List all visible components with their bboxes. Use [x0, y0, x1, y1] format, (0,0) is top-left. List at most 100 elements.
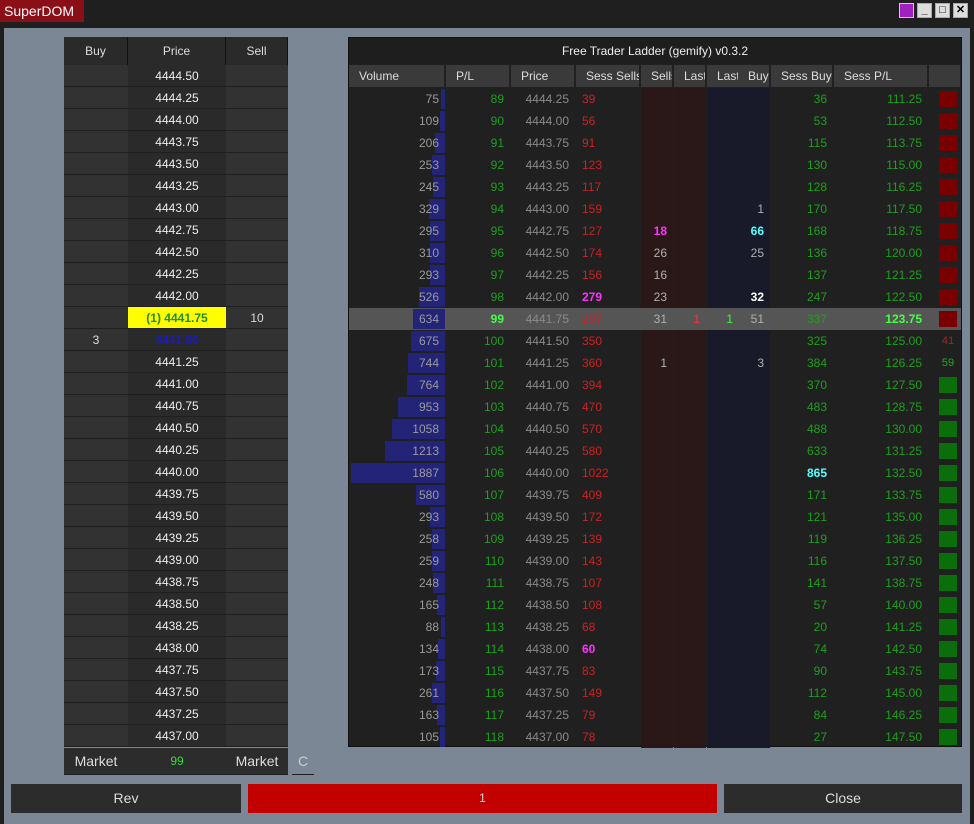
- sell-cell[interactable]: [226, 417, 288, 439]
- ladder-row[interactable]: 1213 105 4440.25 580 633 131.25: [349, 440, 961, 462]
- ladder-row[interactable]: 248 111 4438.75 107 141 138.75: [349, 572, 961, 594]
- ladder-header[interactable]: Sess P/L: [834, 65, 928, 87]
- buy-cell[interactable]: [64, 307, 128, 329]
- sell-cell[interactable]: [226, 439, 288, 461]
- sell-cell[interactable]: [226, 153, 288, 175]
- sell-cell[interactable]: [226, 109, 288, 131]
- ladder-row[interactable]: 253 92 4443.50 123 130 115.00: [349, 154, 961, 176]
- sell-cell[interactable]: [226, 351, 288, 373]
- ladder-row[interactable]: 259 110 4439.00 143 116 137.50: [349, 550, 961, 572]
- buy-cell[interactable]: [64, 527, 128, 549]
- ladder-row[interactable]: 134 114 4438.00 60 74 142.50: [349, 638, 961, 660]
- color-icon[interactable]: [899, 3, 914, 18]
- buy-cell[interactable]: [64, 593, 128, 615]
- ladder-row[interactable]: 580 107 4439.75 409 171 133.75: [349, 484, 961, 506]
- sell-cell[interactable]: [226, 505, 288, 527]
- sell-cell[interactable]: [226, 329, 288, 351]
- ladder-row[interactable]: 293 108 4439.50 172 121 135.00: [349, 506, 961, 528]
- buy-cell[interactable]: [64, 263, 128, 285]
- buy-cell[interactable]: [64, 681, 128, 703]
- sell-cell[interactable]: [226, 725, 288, 747]
- buy-cell[interactable]: [64, 373, 128, 395]
- ladder-row[interactable]: 258 109 4439.25 139 119 136.25: [349, 528, 961, 550]
- ladder-row[interactable]: 206 91 4443.75 91 115 113.75: [349, 132, 961, 154]
- buy-cell[interactable]: [64, 285, 128, 307]
- buy-cell[interactable]: [64, 571, 128, 593]
- ladder-row[interactable]: 261 116 4437.50 149 112 145.00: [349, 682, 961, 704]
- buy-cell[interactable]: [64, 637, 128, 659]
- sell-cell[interactable]: [226, 219, 288, 241]
- buy-cell[interactable]: [64, 395, 128, 417]
- buy-cell[interactable]: [64, 725, 128, 747]
- minimize-icon[interactable]: _: [917, 3, 932, 18]
- ladder-row[interactable]: 329 94 4443.00 159 1 170 117.50: [349, 198, 961, 220]
- ladder-row[interactable]: 1058 104 4440.50 570 488 130.00: [349, 418, 961, 440]
- buy-cell[interactable]: [64, 87, 128, 109]
- ladder-row[interactable]: 634 99 4441.75 297 31 1 1 51 337 123.75: [349, 308, 961, 330]
- buy-cell[interactable]: [64, 461, 128, 483]
- rev-button[interactable]: Rev: [11, 784, 241, 813]
- buy-cell[interactable]: [64, 505, 128, 527]
- sell-cell[interactable]: [226, 131, 288, 153]
- buy-cell[interactable]: [64, 417, 128, 439]
- ladder-row[interactable]: 764 102 4441.00 394 370 127.50: [349, 374, 961, 396]
- ladder-row[interactable]: 75 89 4444.25 39 36 111.25: [349, 88, 961, 110]
- ladder-row[interactable]: 675 100 4441.50 350 325 125.00 41: [349, 330, 961, 352]
- sell-cell[interactable]: [226, 659, 288, 681]
- sell-cell[interactable]: [226, 571, 288, 593]
- ladder-row[interactable]: 109 90 4444.00 56 53 112.50: [349, 110, 961, 132]
- sell-cell[interactable]: [226, 197, 288, 219]
- buy-cell[interactable]: [64, 483, 128, 505]
- buy-cell[interactable]: 3: [64, 329, 128, 351]
- ladder-row[interactable]: 88 113 4438.25 68 20 141.25: [349, 616, 961, 638]
- sell-cell[interactable]: [226, 263, 288, 285]
- ladder-row[interactable]: 310 96 4442.50 174 26 25 136 120.00: [349, 242, 961, 264]
- buy-cell[interactable]: [64, 241, 128, 263]
- ladder-header[interactable]: P/L: [446, 65, 510, 87]
- ladder-row[interactable]: 295 95 4442.75 127 18 66 168 118.75: [349, 220, 961, 242]
- close-icon[interactable]: ✕: [953, 3, 968, 18]
- sell-cell[interactable]: [226, 637, 288, 659]
- ladder-header[interactable]: Price: [511, 65, 575, 87]
- buy-cell[interactable]: [64, 439, 128, 461]
- sell-cell[interactable]: [226, 373, 288, 395]
- ladder-row[interactable]: 245 93 4443.25 117 128 116.25: [349, 176, 961, 198]
- ladder-row[interactable]: 293 97 4442.25 156 16 137 121.25: [349, 264, 961, 286]
- quantity-bar[interactable]: 1: [248, 784, 717, 813]
- ladder-header[interactable]: Last: [674, 65, 706, 87]
- buy-cell[interactable]: [64, 131, 128, 153]
- sell-cell[interactable]: [226, 593, 288, 615]
- buy-cell[interactable]: [64, 615, 128, 637]
- ladder-header[interactable]: [929, 65, 961, 87]
- ladder-header[interactable]: Sells: [641, 65, 673, 87]
- sell-cell[interactable]: [226, 241, 288, 263]
- buy-cell[interactable]: [64, 703, 128, 725]
- buy-cell[interactable]: [64, 219, 128, 241]
- ladder-row[interactable]: 953 103 4440.75 470 483 128.75: [349, 396, 961, 418]
- buy-cell[interactable]: [64, 351, 128, 373]
- buy-market-button[interactable]: Market: [64, 748, 128, 775]
- ladder-row[interactable]: 173 115 4437.75 83 90 143.75: [349, 660, 961, 682]
- ladder-row[interactable]: 526 98 4442.00 279 23 32 247 122.50: [349, 286, 961, 308]
- ladder-header[interactable]: Sess Buys: [771, 65, 833, 87]
- sell-cell[interactable]: [226, 87, 288, 109]
- sell-cell[interactable]: [226, 527, 288, 549]
- sell-cell[interactable]: [226, 461, 288, 483]
- buy-cell[interactable]: [64, 197, 128, 219]
- sell-cell[interactable]: [226, 549, 288, 571]
- buy-cell[interactable]: [64, 65, 128, 87]
- sell-cell[interactable]: 10: [226, 307, 288, 329]
- close-button[interactable]: Close: [724, 784, 962, 813]
- order-quantity[interactable]: 99: [128, 748, 226, 775]
- sell-cell[interactable]: [226, 681, 288, 703]
- maximize-icon[interactable]: □: [935, 3, 950, 18]
- buy-cell[interactable]: [64, 153, 128, 175]
- sell-cell[interactable]: [226, 395, 288, 417]
- sell-cell[interactable]: [226, 483, 288, 505]
- ladder-row[interactable]: 105 118 4437.00 78 27 147.50: [349, 726, 961, 748]
- ladder-row[interactable]: 1887 106 4440.00 1022 865 132.50: [349, 462, 961, 484]
- sell-cell[interactable]: [226, 703, 288, 725]
- buy-cell[interactable]: [64, 659, 128, 681]
- buy-cell[interactable]: [64, 109, 128, 131]
- ladder-row[interactable]: 163 117 4437.25 79 84 146.25: [349, 704, 961, 726]
